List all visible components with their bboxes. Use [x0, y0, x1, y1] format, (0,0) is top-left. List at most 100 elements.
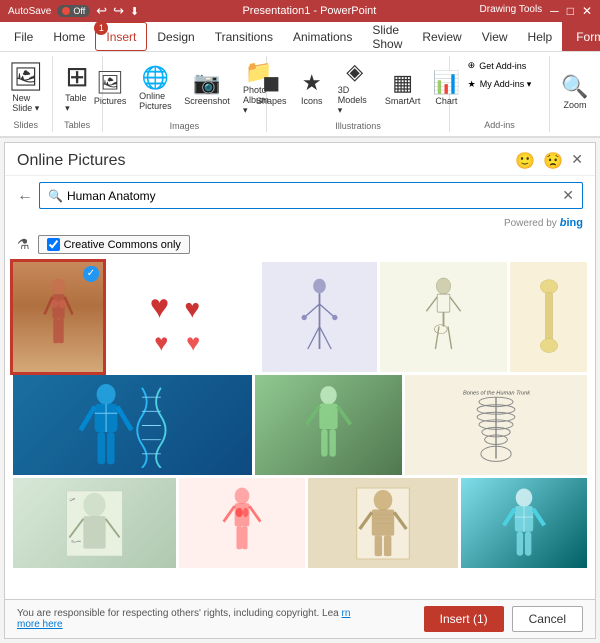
- presentation-title: Presentation1 - PowerPoint: [242, 5, 376, 17]
- vintage-anatomy-svg: [355, 486, 411, 561]
- my-addins-button[interactable]: ★ My Add-ins ▾: [464, 77, 536, 92]
- undo-icon[interactable]: ↩: [96, 3, 107, 19]
- cancel-button[interactable]: Cancel: [512, 606, 583, 632]
- new-slide-button[interactable]: 🖼 NewSlide ▾: [2, 60, 50, 117]
- get-addins-button[interactable]: ⊕ Get Add-ins: [464, 58, 531, 73]
- emoji-happy-icon[interactable]: 🙂: [515, 151, 535, 171]
- image-item-6[interactable]: [13, 375, 252, 475]
- powered-by-text: Powered by: [504, 218, 557, 229]
- dialog-header-icons: 🙂 😟 ✕: [515, 151, 583, 171]
- my-addins-label: My Add-ins ▾: [480, 79, 532, 90]
- autosave-state: Off: [73, 6, 85, 16]
- screenshot-icon: 📷: [193, 72, 220, 94]
- powered-by: Powered by bing: [5, 215, 595, 231]
- shapes-label: Shapes: [256, 96, 287, 106]
- 3d-body-svg: [301, 383, 356, 468]
- image-item-11[interactable]: [308, 478, 459, 568]
- bones-trunk-svg: Bones of the Human Trunk: [458, 383, 534, 468]
- image-item-9[interactable]: من تشريح: [13, 478, 176, 568]
- 3d-models-button[interactable]: ◈ 3DModels ▾: [332, 58, 378, 119]
- search-input-wrap: 🔍 ✕: [39, 182, 583, 209]
- svg-text:♥: ♥: [154, 329, 168, 355]
- image-item-12[interactable]: [461, 478, 587, 568]
- zoom-label: Zoom: [563, 100, 586, 110]
- image-row-3: من تشريح: [13, 478, 587, 568]
- svg-text:♥: ♥: [150, 287, 169, 324]
- image-item-5[interactable]: [510, 262, 587, 372]
- image-item-7[interactable]: [255, 375, 403, 475]
- filter-icon[interactable]: ⚗: [17, 236, 30, 253]
- tab-home[interactable]: Home: [43, 22, 95, 51]
- smartart-icon: ▦: [392, 72, 413, 94]
- screenshot-label: Screenshot: [184, 96, 230, 106]
- tab-format[interactable]: Format: [562, 22, 600, 51]
- cc-checkbox-label: Creative Commons only: [64, 239, 181, 251]
- tab-review[interactable]: Review: [412, 22, 471, 51]
- blue-body2-svg: [501, 486, 547, 561]
- tab-view[interactable]: View: [472, 22, 518, 51]
- autosave-dot: [62, 7, 70, 15]
- quick-access-icon[interactable]: ⬇: [130, 5, 139, 18]
- footer-text: You are responsible for respecting other…: [17, 608, 339, 619]
- autosave-toggle[interactable]: Off: [57, 5, 90, 17]
- shapes-button[interactable]: ◼ Shapes: [251, 69, 292, 109]
- svg-text:Bones of the Human Trunk: Bones of the Human Trunk: [463, 390, 531, 396]
- insert-tab-badge: 1: [94, 21, 108, 35]
- minimize-btn[interactable]: ─: [550, 4, 559, 18]
- pictures-label: Pictures: [94, 96, 127, 106]
- filter-bar: ⚗ Creative Commons only: [5, 231, 595, 258]
- tab-file[interactable]: File: [4, 22, 43, 51]
- tables-group-label: Tables: [64, 120, 90, 130]
- online-pictures-button[interactable]: 🌐 OnlinePictures: [134, 64, 177, 114]
- blue-body-dna-svg: [75, 383, 190, 468]
- redo-icon[interactable]: ↪: [113, 3, 124, 19]
- footer-more-link[interactable]: more here: [17, 619, 63, 630]
- online-pictures-label: OnlinePictures: [139, 91, 172, 111]
- tab-design[interactable]: Design: [147, 22, 204, 51]
- dialog-close-icon[interactable]: ✕: [571, 151, 583, 171]
- shapes-icon: ◼: [262, 72, 280, 94]
- screenshot-button[interactable]: 📷 Screenshot: [179, 69, 235, 109]
- pictures-button[interactable]: 🖼 Pictures: [88, 69, 131, 109]
- search-input[interactable]: [67, 189, 562, 203]
- tab-transitions[interactable]: Transitions: [205, 22, 283, 51]
- search-clear-icon[interactable]: ✕: [562, 187, 574, 204]
- emoji-sad-icon[interactable]: 😟: [543, 151, 563, 171]
- svg-text:♥: ♥: [184, 293, 200, 323]
- image-row-1: ✓ ♥ ♥ ♥ ♥: [13, 262, 587, 372]
- insert-button[interactable]: Insert (1): [424, 606, 504, 632]
- ribbon-group-illustrations: ◼ Shapes ★ Icons ◈ 3DModels ▾ ▦ SmartArt…: [267, 56, 450, 132]
- tab-slideshow[interactable]: Slide Show: [362, 22, 412, 51]
- image-item-4[interactable]: [380, 262, 508, 372]
- image-item-10[interactable]: [179, 478, 305, 568]
- close-btn[interactable]: ✕: [582, 4, 592, 18]
- tab-insert[interactable]: Insert 1: [95, 22, 147, 51]
- smartart-button[interactable]: ▦ SmartArt: [380, 69, 426, 109]
- maximize-btn[interactable]: □: [567, 4, 574, 18]
- images-group-label: Images: [170, 121, 200, 131]
- addins-group-label: Add-ins: [484, 120, 515, 130]
- tab-help[interactable]: Help: [518, 22, 563, 51]
- anatomy-svg-1: [41, 277, 76, 357]
- heart-svg: ♥ ♥ ♥ ♥: [145, 275, 220, 360]
- new-slide-label: NewSlide ▾: [12, 93, 39, 114]
- illustrations-group-label: Illustrations: [335, 121, 381, 131]
- footer-learn-link[interactable]: rn: [342, 608, 351, 619]
- title-bar-left: AutoSave Off ↩ ↪ ⬇: [8, 3, 139, 19]
- back-button[interactable]: ←: [17, 187, 33, 205]
- arabic-anatomy-svg: من تشريح: [62, 486, 127, 561]
- ribbon-group-slides: 🖼 NewSlide ▾ Slides: [0, 56, 53, 132]
- creative-commons-filter[interactable]: Creative Commons only: [38, 235, 190, 254]
- image-item-3[interactable]: [262, 262, 377, 372]
- tab-animations[interactable]: Animations: [283, 22, 362, 51]
- search-icon: 🔍: [48, 189, 63, 203]
- image-item-8[interactable]: Bones of the Human Trunk: [405, 375, 587, 475]
- cc-checkbox-input[interactable]: [47, 238, 60, 251]
- zoom-button[interactable]: 🔍 Zoom: [555, 73, 594, 113]
- image-item-2[interactable]: ♥ ♥ ♥ ♥: [106, 262, 259, 372]
- zoom-buttons: 🔍 Zoom: [555, 58, 594, 128]
- title-bar: AutoSave Off ↩ ↪ ⬇ Presentation1 - Power…: [0, 0, 600, 22]
- image-item-1[interactable]: ✓: [13, 262, 103, 372]
- icons-button[interactable]: ★ Icons: [294, 69, 330, 109]
- new-slide-icon: 🖼: [8, 63, 44, 91]
